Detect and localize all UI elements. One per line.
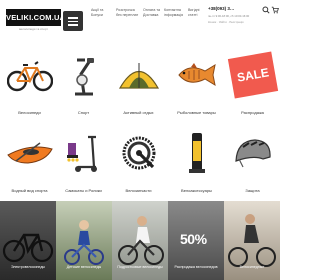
promo-electric-bikes[interactable]: Электровелосипеды xyxy=(0,201,56,280)
promo-kids-bikes[interactable]: Детские велосипеды xyxy=(56,201,112,280)
catalog-menu-button[interactable] xyxy=(63,11,83,31)
category-protection[interactable]: Защита xyxy=(226,122,279,202)
bicycle-icon xyxy=(3,44,56,106)
working-hours: пн-пт 9:00-18:00, сб 10:00-16:00 xyxy=(208,14,250,18)
scooter-skates-icon xyxy=(57,122,110,184)
category-bike-parts[interactable]: Велозапчасти xyxy=(112,122,165,202)
pump-icon xyxy=(170,122,223,184)
promo-teen-bikes[interactable]: Подростковые велосипеды xyxy=(112,201,168,280)
category-label: Велосипеди xyxy=(18,110,41,115)
exercise-bike-icon xyxy=(57,44,110,106)
header-contacts: +38(093) 3… пн-пт 9:00-18:00, сб 10:00-1… xyxy=(208,6,279,38)
site-header: VELIKI.COM.UA велосипеди та спорт Акції … xyxy=(0,0,280,43)
phone-number[interactable]: +38(093) 3… xyxy=(208,6,234,11)
discount-badge: 50% xyxy=(180,231,207,247)
search-icon[interactable] xyxy=(262,6,270,14)
logo-subtitle: велосипеди та спорт xyxy=(19,27,48,31)
category-label: Рыболовные товары xyxy=(177,110,216,115)
helmet-icon xyxy=(226,122,279,184)
logo-text: VELIKI.COM.UA xyxy=(6,9,65,26)
category-outdoor[interactable]: Активный отдых xyxy=(112,44,165,124)
category-scooters-skates[interactable]: Самокаты и Ролики xyxy=(57,122,110,202)
category-label: Спорт xyxy=(77,110,90,115)
category-bike-accessories[interactable]: Велоаксессуары xyxy=(170,122,223,202)
site-logo[interactable]: VELIKI.COM.UA велосипеди та спорт xyxy=(6,9,65,34)
category-fishing[interactable]: Рыболовные товары xyxy=(170,44,223,124)
sale-text: SALE xyxy=(235,65,270,85)
photo-caption: Велосипедные xyxy=(239,265,265,269)
category-bicycles[interactable]: Велосипеди xyxy=(3,44,56,124)
category-label: Распродажа xyxy=(241,110,264,115)
promo-bike-sale[interactable]: 50% Распродажа велосипедов xyxy=(168,201,224,280)
nav-item-installments[interactable]: Розстрочка без переплат xyxy=(116,8,142,18)
category-label: Водный вид спорта xyxy=(11,188,48,193)
cart-icon[interactable] xyxy=(271,6,279,14)
tent-icon xyxy=(112,44,165,106)
photo-caption: Детские велосипеды xyxy=(66,265,102,269)
sale-icon: SALE xyxy=(226,44,279,106)
category-sport[interactable]: Спорт xyxy=(57,44,110,124)
photo-caption: Подростковые велосипеды xyxy=(117,265,163,269)
crankset-icon xyxy=(112,122,165,184)
kayak-icon xyxy=(3,122,56,184)
fish-icon xyxy=(170,44,223,106)
photo-caption: Электровелосипеды xyxy=(10,265,46,269)
nav-item-contacts[interactable]: Контактна інформація xyxy=(164,8,190,18)
photo-caption: Распродажа велосипедов xyxy=(174,265,218,269)
promo-cycling[interactable]: Велосипедные xyxy=(224,201,280,280)
category-label: Защита xyxy=(245,188,260,193)
account-links[interactable]: Кошик · Увійти · Реєстрація xyxy=(208,20,278,24)
category-label: Самокаты и Ролики xyxy=(65,188,102,193)
category-sale[interactable]: SALE Распродажа xyxy=(226,44,279,124)
category-water-sports[interactable]: Водный вид спорта xyxy=(3,122,56,202)
nav-item-promotions[interactable]: Акції та Бонуси xyxy=(91,8,117,18)
category-label: Активный отдых xyxy=(123,110,154,115)
category-label: Велоаксессуары xyxy=(181,188,212,193)
category-label: Велозапчасти xyxy=(125,188,152,193)
